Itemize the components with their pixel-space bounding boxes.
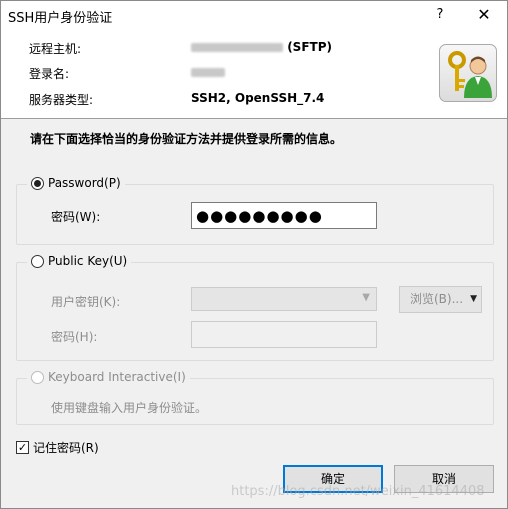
server-type-value: SSH2, OpenSSH_7.4 <box>191 91 325 105</box>
password-label: 密码(W): <box>51 210 101 224</box>
password-input[interactable]: ●●●●●●●●● <box>191 202 377 229</box>
keyboard-interactive-description: 使用键盘输入用户身份验证。 <box>51 401 208 415</box>
remember-password-checkbox[interactable]: ✓ <box>16 441 29 454</box>
chevron-down-icon: ▼ <box>362 292 370 303</box>
dropdown-caret-icon: ▼ <box>470 294 477 304</box>
server-type-label: 服务器类型: <box>29 93 94 107</box>
remote-host-protocol: (SFTP) <box>287 40 332 54</box>
instruction-text: 请在下面选择恰当的身份验证方法并提供登录所需的信息。 <box>30 132 343 146</box>
user-key-select[interactable]: ▼ <box>191 287 377 311</box>
close-button[interactable]: ✕ <box>467 3 501 27</box>
public-key-group: Public Key(U) 用户密钥(K): ▼ 浏览(B)... ▼ 密码(H… <box>16 254 494 361</box>
remember-password-label: 记住密码(R) <box>33 441 99 455</box>
login-name-value <box>191 65 225 79</box>
login-name-label: 登录名: <box>29 67 70 81</box>
redacted-host <box>191 43 283 52</box>
passphrase-label: 密码(H): <box>51 330 98 344</box>
passphrase-input[interactable] <box>191 321 377 348</box>
watermark-text: https://blog.csdn.net/weixin_41614408 <box>231 484 485 499</box>
password-option[interactable]: Password(P) <box>27 176 125 190</box>
help-button[interactable]: ? <box>425 3 455 27</box>
password-mask: ●●●●●●●●● <box>196 207 323 225</box>
password-option-label: Password(P) <box>48 176 121 190</box>
remote-host-label: 远程主机: <box>29 42 82 56</box>
key-user-icon <box>439 44 497 102</box>
user-key-label: 用户密钥(K): <box>51 295 121 309</box>
window-title: SSH用户身份验证 <box>8 11 113 26</box>
ssh-auth-dialog: SSH用户身份验证 ? ✕ 远程主机: (SFTP) 登录名: 服务器类型: S… <box>0 0 508 509</box>
browse-button[interactable]: 浏览(B)... ▼ <box>399 286 482 313</box>
redacted-login <box>191 68 225 77</box>
public-key-radio[interactable] <box>31 254 44 268</box>
remember-password-option[interactable]: ✓ 记住密码(R) <box>16 439 99 456</box>
password-radio[interactable] <box>31 176 44 190</box>
password-group: Password(P) 密码(W): ●●●●●●●●● <box>16 176 494 245</box>
connection-info: 远程主机: (SFTP) 登录名: 服务器类型: SSH2, OpenSSH_7… <box>1 30 507 118</box>
remote-host-value: (SFTP) <box>191 40 332 54</box>
keyboard-interactive-group: Keyboard Interactive(I) 使用键盘输入用户身份验证。 <box>16 370 494 425</box>
keyboard-interactive-option[interactable]: Keyboard Interactive(I) <box>27 370 190 384</box>
auth-panel: 请在下面选择恰当的身份验证方法并提供登录所需的信息。 Password(P) 密… <box>1 119 507 508</box>
title-bar: SSH用户身份验证 ? ✕ <box>1 1 507 30</box>
public-key-option[interactable]: Public Key(U) <box>27 254 132 268</box>
browse-button-label: 浏览(B)... <box>410 292 464 306</box>
public-key-option-label: Public Key(U) <box>48 254 128 268</box>
keyboard-interactive-label: Keyboard Interactive(I) <box>48 370 186 384</box>
keyboard-interactive-radio[interactable] <box>31 370 44 384</box>
